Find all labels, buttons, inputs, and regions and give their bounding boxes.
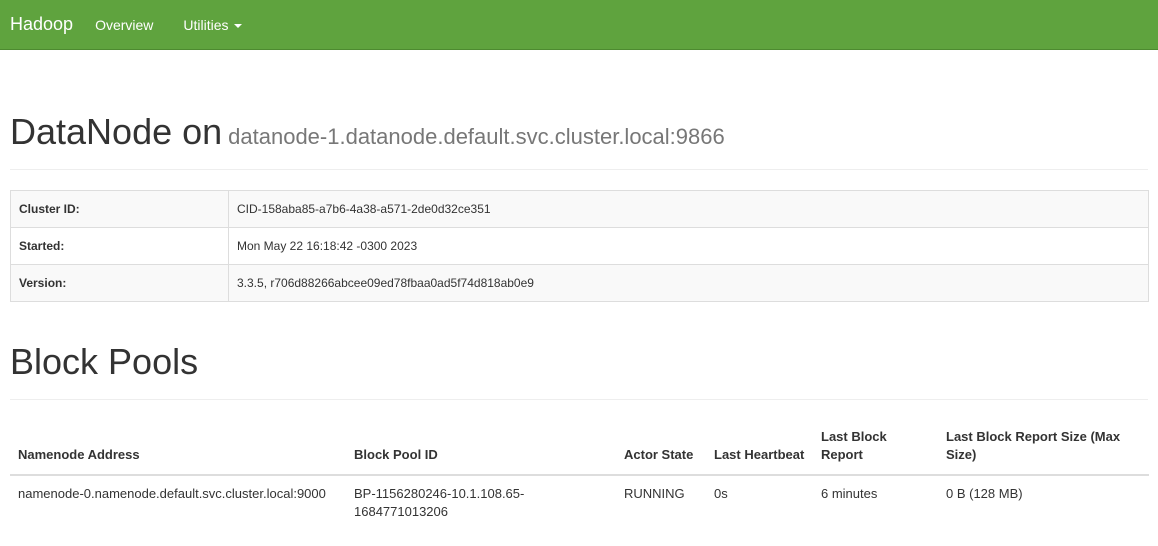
datanode-host: datanode-1.datanode.default.svc.cluster.… [228, 124, 725, 149]
block-pools-title: Block Pools [10, 341, 199, 382]
table-row: namenode-0.namenode.default.svc.cluster.… [10, 475, 1149, 530]
page-header: DataNode on datanode-1.datanode.default.s… [10, 110, 1148, 170]
col-header-last-block-report-size: Last Block Report Size (Max Size) [938, 420, 1149, 476]
info-row-cluster-id: Cluster ID: CID-158aba85-a7b6-4a38-a571-… [10, 190, 1149, 228]
info-key: Started: [10, 227, 229, 265]
block-pools-header: Block Pools [10, 340, 1148, 400]
col-header-namenode-address: Namenode Address [10, 420, 346, 476]
col-header-actor-state: Actor State [616, 420, 706, 476]
brand-link[interactable]: Hadoop [10, 14, 73, 35]
info-value: CID-158aba85-a7b6-4a38-a571-2de0d32ce351 [228, 190, 1149, 228]
nav-utilities-dropdown[interactable]: Utilities [183, 16, 242, 33]
cell-actor-state: RUNNING [624, 486, 685, 501]
cell-namenode-address: namenode-0.namenode.default.svc.cluster.… [18, 486, 326, 501]
info-value: 3.3.5, r706d88266abcee09ed78fbaa0ad5f74d… [228, 264, 1149, 302]
info-key: Cluster ID: [10, 190, 229, 228]
cell-last-block-report: 6 minutes [821, 486, 878, 501]
navbar: Hadoop Overview Utilities [0, 0, 1158, 50]
nav-utilities-label: Utilities [183, 16, 229, 33]
col-header-last-heartbeat: Last Heartbeat [706, 420, 813, 476]
block-pools-table: Namenode Address Block Pool ID Actor Sta… [10, 420, 1149, 530]
info-row-version: Version: 3.3.5, r706d88266abcee09ed78fba… [10, 264, 1149, 302]
page-title-text: DataNode on [10, 111, 223, 152]
info-key: Version: [10, 264, 229, 302]
cell-last-heartbeat: 0s [714, 486, 728, 501]
caret-down-icon [233, 23, 242, 28]
cell-last-block-report-size: 0 B (128 MB) [946, 486, 1023, 501]
info-row-started: Started: Mon May 22 16:18:42 -0300 2023 [10, 227, 1149, 265]
col-header-block-pool-id: Block Pool ID [346, 420, 616, 476]
datanode-info-table: Cluster ID: CID-158aba85-a7b6-4a38-a571-… [10, 190, 1149, 302]
nav-overview-link[interactable]: Overview [95, 17, 153, 33]
col-header-last-block-report: Last Block Report [813, 420, 938, 476]
info-value: Mon May 22 16:18:42 -0300 2023 [228, 227, 1149, 265]
page-title: DataNode on datanode-1.datanode.default.s… [10, 110, 1148, 159]
table-header-row: Namenode Address Block Pool ID Actor Sta… [10, 420, 1149, 476]
cell-block-pool-id: BP-1156280246-10.1.108.65-1684771013206 [354, 486, 525, 519]
